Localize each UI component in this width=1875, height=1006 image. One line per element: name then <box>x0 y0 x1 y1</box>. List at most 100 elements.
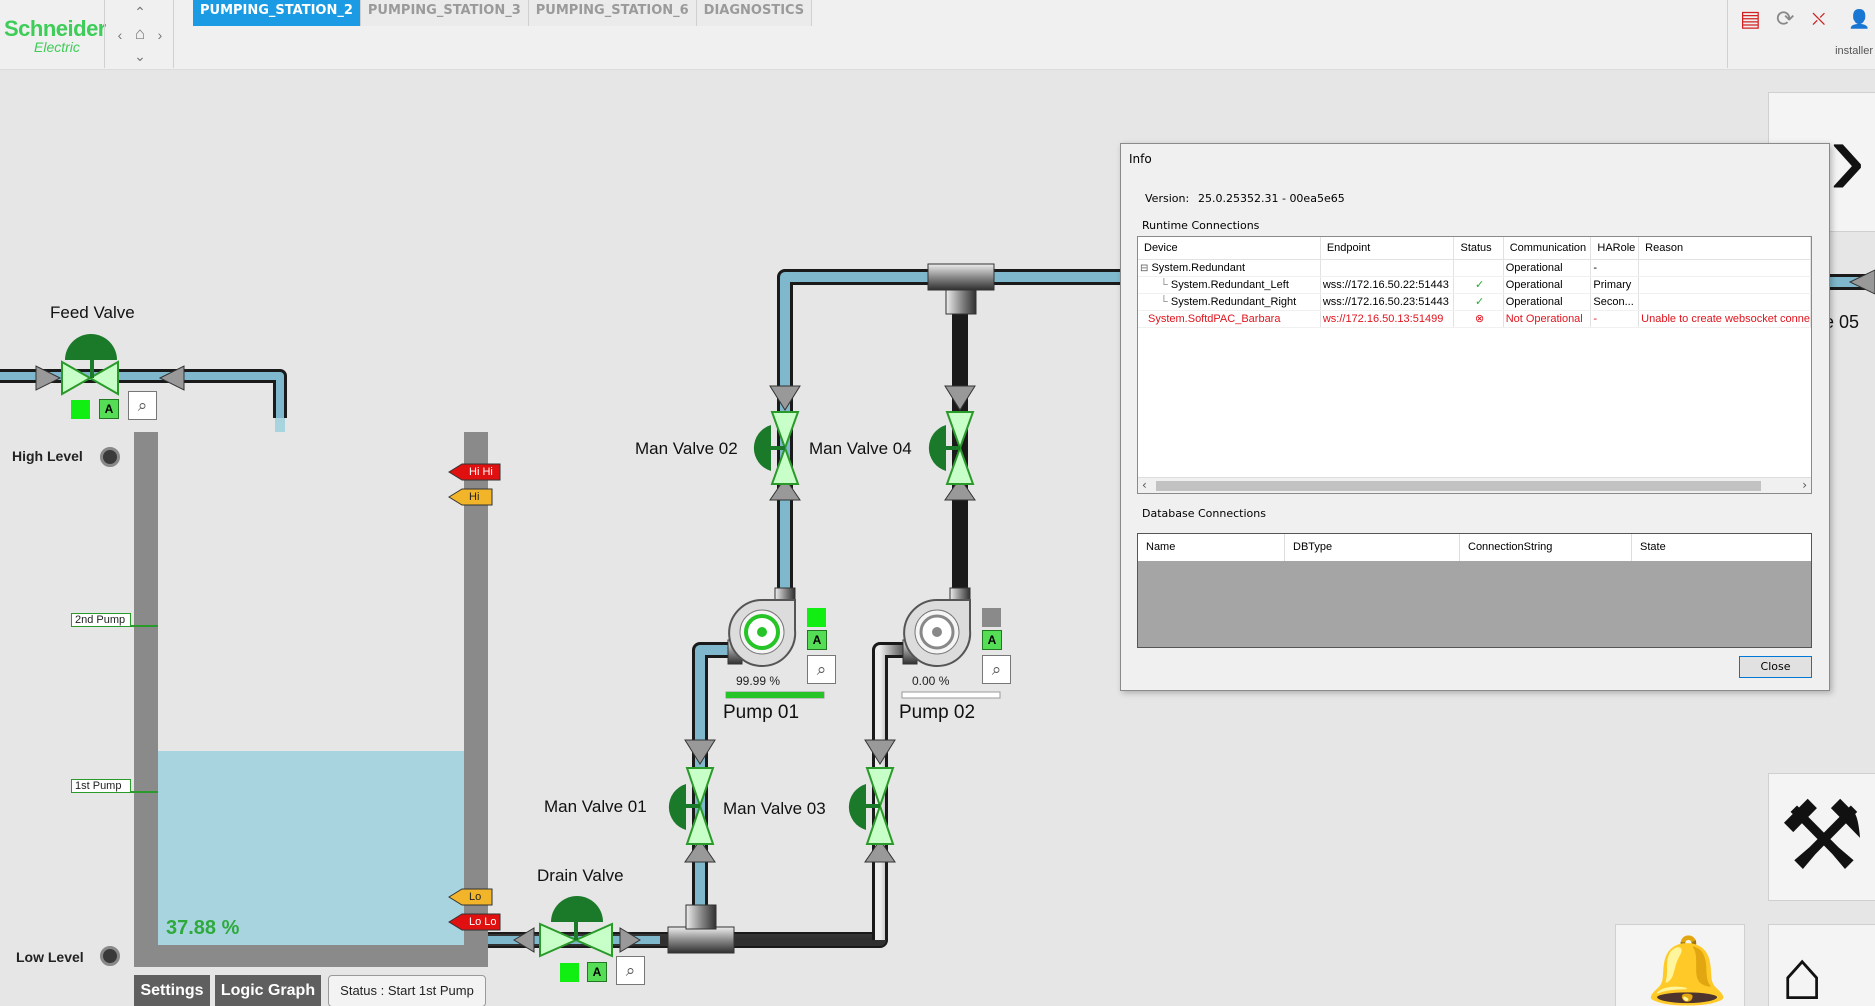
pump-02-speed-value: 0.00 % <box>912 674 950 688</box>
col-dbtype[interactable]: DBType <box>1285 534 1460 561</box>
drain-valve-label: Drain Valve <box>537 866 624 885</box>
reason <box>1638 259 1811 277</box>
table-row[interactable]: └ System.Redundant_Left wss://172.16.50.… <box>1138 276 1811 294</box>
pump-02-status-led <box>982 608 1001 627</box>
reason <box>1638 276 1811 294</box>
man-valve-02-symbol[interactable] <box>753 385 801 501</box>
col-harole[interactable]: HARole <box>1590 237 1640 260</box>
low-level-label: Low Level <box>16 949 84 965</box>
pump-02-speed-track <box>901 691 1001 699</box>
home-large-icon: ⌂ <box>1781 936 1824 1006</box>
table-row[interactable]: ⊟ System.Redundant Operational - <box>1138 259 1811 277</box>
high-level-label: High Level <box>12 448 83 464</box>
device-name: System.Redundant <box>1151 261 1246 274</box>
home-screen-button[interactable]: ⌂ <box>1768 924 1875 1006</box>
reason: Unable to create websocket conne <box>1638 310 1811 328</box>
pump-01-symbol[interactable] <box>727 587 797 667</box>
table-row[interactable]: System.SoftdPAC_Barbara ws://172.16.50.1… <box>1138 310 1811 328</box>
collapse-icon[interactable]: ⊟ <box>1140 263 1148 274</box>
pump-01-trend-icon[interactable]: ⌕ <box>807 655 836 684</box>
man-valve-01-symbol[interactable] <box>668 739 716 863</box>
col-connectionstring[interactable]: ConnectionString <box>1460 534 1632 561</box>
outlet-pipe <box>927 263 1125 315</box>
dialog-title: Info <box>1129 152 1152 166</box>
tee-fitting-top <box>927 263 995 291</box>
tag-2nd-pump: 2nd Pump <box>71 613 131 627</box>
right-valve-partial <box>1848 269 1875 295</box>
high-level-indicator <box>100 447 120 467</box>
feed-valve-symbol[interactable] <box>35 334 185 396</box>
harole: Secon... <box>1590 293 1640 311</box>
database-connections-grid: Name DBType ConnectionString State <box>1137 533 1812 648</box>
device-name: System.Redundant_Right <box>1170 295 1297 308</box>
feed-valve-auto-badge[interactable]: A <box>99 399 119 419</box>
tee-fitting-top-branch <box>945 289 977 315</box>
status-cell <box>1453 259 1504 277</box>
man-valve-04-symbol[interactable] <box>928 385 976 501</box>
man-valve-03-label: Man Valve 03 <box>723 799 826 818</box>
harole: - <box>1590 310 1640 328</box>
scroll-left-icon[interactable]: ‹ <box>1142 478 1147 492</box>
tools-icon: ⚒ <box>1779 783 1866 890</box>
man-valve-01-label: Man Valve 01 <box>544 797 647 816</box>
tee-fitting-bottom <box>667 904 735 954</box>
settings-button[interactable]: Settings <box>134 975 210 1006</box>
version-value: 25.0.25352.31 - 00ea5e65 <box>1198 192 1345 205</box>
endpoint: ws://172.16.50.13:51499 <box>1320 310 1455 328</box>
alarm-lo-label: Lo <box>469 891 482 903</box>
drain-valve-auto-badge[interactable]: A <box>587 962 607 982</box>
arrow-right-icon: › <box>1829 96 1866 219</box>
pump-02-symbol[interactable] <box>902 587 972 667</box>
communication: Operational <box>1503 293 1592 311</box>
man-valve-02-label: Man Valve 02 <box>635 439 738 458</box>
alarm-hihi-label: Hi Hi <box>469 466 493 478</box>
pump-02-auto-badge[interactable]: A <box>982 630 1002 650</box>
low-level-indicator <box>100 946 120 966</box>
col-reason[interactable]: Reason <box>1638 237 1811 260</box>
alarm-lolo-label: Lo Lo <box>469 916 497 928</box>
tank-water <box>158 751 464 945</box>
communication: Operational <box>1503 259 1592 277</box>
communication: Operational <box>1503 276 1592 294</box>
reason <box>1638 293 1811 311</box>
pump-01-status-led <box>807 608 826 627</box>
horizontal-scrollbar[interactable]: ‹ › <box>1138 477 1811 493</box>
man-valve-03-symbol[interactable] <box>848 739 896 863</box>
pump-01-speed-value: 99.99 % <box>736 674 781 688</box>
logic-graph-button[interactable]: Logic Graph <box>215 975 321 1006</box>
communication: Not Operational <box>1503 310 1592 328</box>
error-icon: ⊗ <box>1453 310 1504 328</box>
pump-02-trend-icon[interactable]: ⌕ <box>982 655 1011 684</box>
drain-valve-trend-icon[interactable]: ⌕ <box>616 956 645 985</box>
col-state[interactable]: State <box>1632 534 1811 561</box>
device-name: System.Redundant_Left <box>1170 278 1289 291</box>
alarm-hi-label: Hi <box>469 491 480 503</box>
scroll-right-icon[interactable]: › <box>1802 478 1807 492</box>
tools-button[interactable]: ⚒ <box>1768 773 1875 901</box>
table-row[interactable]: └ System.Redundant_Right wss://172.16.50… <box>1138 293 1811 311</box>
tree-line-icon: └ <box>1160 295 1168 308</box>
pump-01-label: Pump 01 <box>723 702 800 723</box>
tree-line-icon: └ <box>1160 278 1168 291</box>
endpoint: wss://172.16.50.23:51443 <box>1320 293 1455 311</box>
col-device[interactable]: Device <box>1138 237 1321 260</box>
col-name[interactable]: Name <box>1138 534 1285 561</box>
feed-valve-label: Feed Valve <box>50 303 135 322</box>
status-text: Status : Start 1st Pump <box>328 975 486 1006</box>
close-button[interactable]: Close <box>1739 656 1812 678</box>
col-endpoint[interactable]: Endpoint <box>1320 237 1455 260</box>
harole: - <box>1590 259 1640 277</box>
runtime-connections-grid: Device Endpoint Status Communication HAR… <box>1137 236 1812 494</box>
col-status[interactable]: Status <box>1453 237 1504 260</box>
bell-icon: 🔔 <box>1646 933 1729 1006</box>
scrollbar-thumb[interactable] <box>1156 481 1761 491</box>
col-communication[interactable]: Communication <box>1503 237 1592 260</box>
alarms-button[interactable]: 🔔 <box>1615 924 1745 1006</box>
pump-01-auto-badge[interactable]: A <box>807 630 827 650</box>
check-icon: ✓ <box>1453 293 1504 311</box>
tank-level-value: 37.88 % <box>166 917 240 939</box>
harole: Primary <box>1590 276 1640 294</box>
device-name: System.SoftdPAC_Barbara <box>1148 312 1281 325</box>
feed-valve-trend-icon[interactable]: ⌕ <box>128 391 157 420</box>
runtime-connections-label: Runtime Connections <box>1142 219 1260 232</box>
